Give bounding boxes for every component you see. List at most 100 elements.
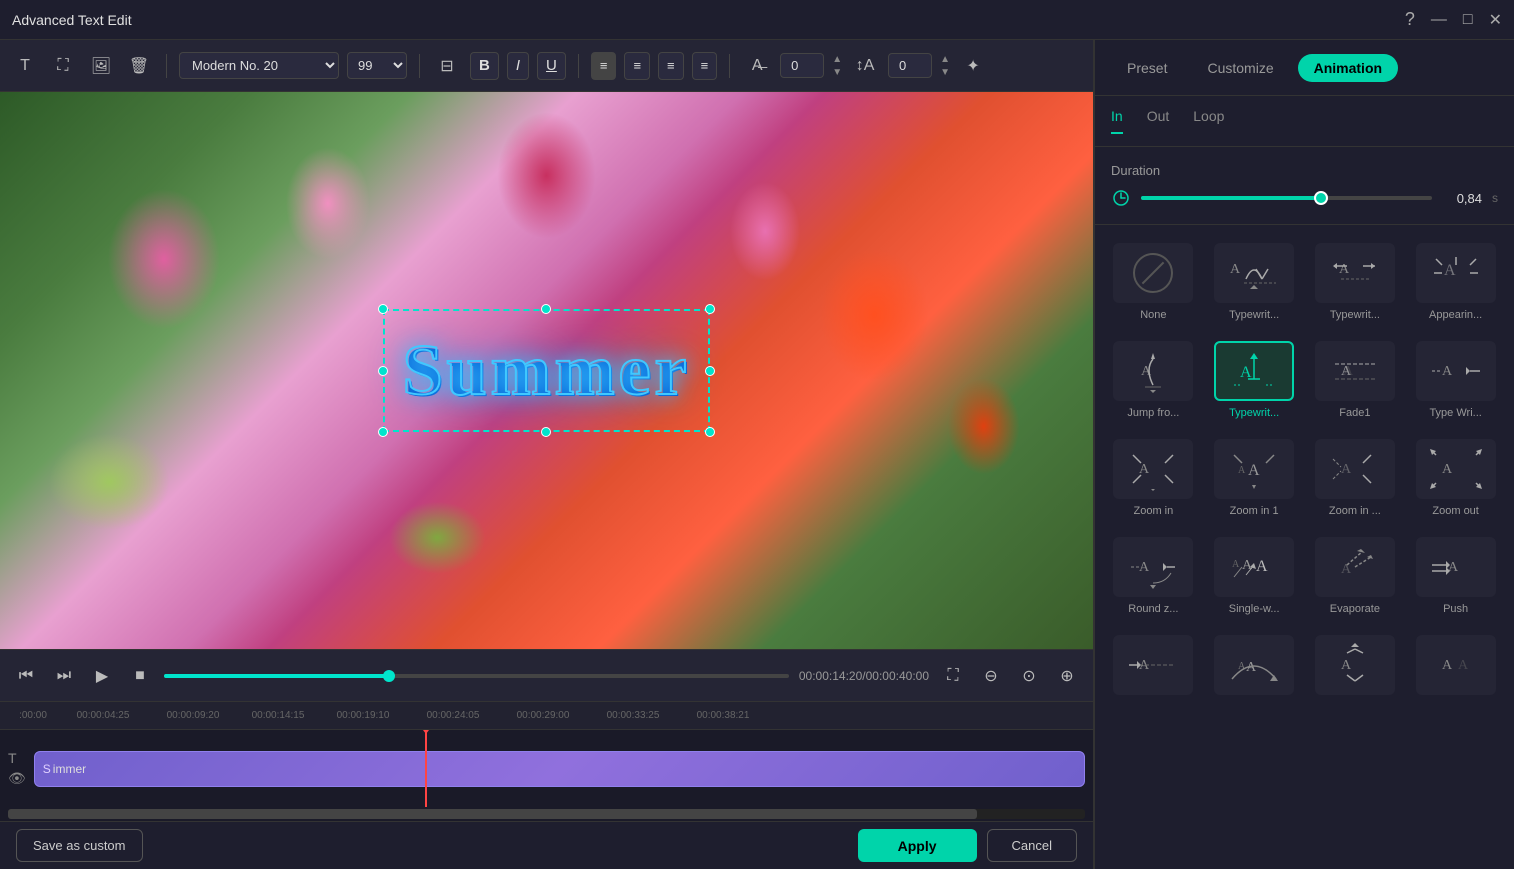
handle-tc[interactable] bbox=[541, 304, 551, 314]
stop-button[interactable]: ■ bbox=[126, 662, 154, 690]
spacing-up[interactable]: ▲ bbox=[832, 54, 842, 65]
anim-zoominmore[interactable]: A Zoom in ... bbox=[1309, 433, 1402, 523]
lineheight-up[interactable]: ▲ bbox=[940, 54, 950, 65]
row5-3-icon: A bbox=[1327, 643, 1383, 687]
svg-text:A: A bbox=[1448, 560, 1459, 575]
scrollbar-thumb[interactable] bbox=[8, 809, 977, 819]
handle-br[interactable] bbox=[705, 427, 715, 437]
apply-button[interactable]: Apply bbox=[858, 829, 977, 862]
playhead[interactable] bbox=[425, 730, 427, 807]
duration-unit: s bbox=[1492, 191, 1498, 205]
duration-thumb[interactable] bbox=[1314, 191, 1328, 205]
align-left-button[interactable]: ≡ bbox=[591, 52, 617, 80]
cancel-button[interactable]: Cancel bbox=[987, 829, 1077, 862]
save-as-custom-button[interactable]: Save as custom bbox=[16, 829, 143, 862]
tab-customize[interactable]: Customize bbox=[1191, 54, 1289, 82]
bold-button[interactable]: B bbox=[470, 52, 499, 80]
text-tool-icon[interactable]: T bbox=[10, 51, 40, 81]
anim-label-typewrite3: Typewrit... bbox=[1229, 407, 1279, 419]
fullscreen-button[interactable]: ⛶ bbox=[939, 662, 967, 690]
font-family-select[interactable]: Modern No. 20 bbox=[179, 52, 339, 79]
anim-thumb-roundz: A bbox=[1113, 537, 1193, 597]
eye-track-icon: 👁 bbox=[8, 770, 26, 787]
anim-row5-1[interactable]: A bbox=[1107, 629, 1200, 707]
maximize-button[interactable]: □ bbox=[1463, 11, 1473, 29]
timeline-clip[interactable]: S immer bbox=[34, 751, 1085, 787]
anim-row5-4[interactable]: A A bbox=[1409, 629, 1502, 707]
bottom-right-buttons: Apply Cancel bbox=[858, 829, 1077, 862]
duration-slider[interactable] bbox=[1141, 196, 1432, 200]
image-icon[interactable]: 🖼 bbox=[86, 51, 116, 81]
handle-bc[interactable] bbox=[541, 427, 551, 437]
sub-tab-out[interactable]: Out bbox=[1147, 108, 1170, 134]
italic-button[interactable]: I bbox=[507, 52, 529, 80]
progress-thumb[interactable] bbox=[383, 670, 395, 682]
spacing-down[interactable]: ▼ bbox=[832, 67, 842, 78]
timeline-scrollbar[interactable] bbox=[8, 809, 1085, 819]
handle-tr[interactable] bbox=[705, 304, 715, 314]
anim-roundz[interactable]: A Round z... bbox=[1107, 531, 1200, 621]
anim-typewrite1[interactable]: A Typewrit... bbox=[1208, 237, 1301, 327]
zoomin-icon: A bbox=[1125, 447, 1181, 491]
align-justify-button[interactable]: ≡ bbox=[692, 52, 718, 80]
help-button[interactable]: ? bbox=[1405, 9, 1415, 30]
anim-jumpfrom[interactable]: A Jump fro... bbox=[1107, 335, 1200, 425]
anim-push[interactable]: A Push bbox=[1409, 531, 1502, 621]
go-start-button[interactable]: ⏮ bbox=[12, 662, 40, 690]
underline-button[interactable]: U bbox=[537, 52, 566, 80]
zoom-out-button[interactable]: ⊖ bbox=[977, 662, 1005, 690]
anim-zoomout[interactable]: A Zoom out bbox=[1409, 433, 1502, 523]
font-size-select[interactable]: 99 bbox=[347, 52, 407, 79]
anim-typewrite4[interactable]: A Type Wri... bbox=[1409, 335, 1502, 425]
lineheight-down[interactable]: ▼ bbox=[940, 67, 950, 78]
anim-thumb-typewrite2: A bbox=[1315, 243, 1395, 303]
anim-typewrite3[interactable]: A Typewrit... bbox=[1208, 335, 1301, 425]
sep4 bbox=[729, 54, 730, 78]
handle-tl[interactable] bbox=[378, 304, 388, 314]
handle-bl[interactable] bbox=[378, 427, 388, 437]
anim-label-typewrite4: Type Wri... bbox=[1429, 407, 1481, 419]
tab-animation[interactable]: Animation bbox=[1298, 54, 1398, 82]
anim-zoomin[interactable]: A Zoom in bbox=[1107, 433, 1200, 523]
sub-tab-loop[interactable]: Loop bbox=[1193, 108, 1224, 134]
align-right-button[interactable]: ≡ bbox=[658, 52, 684, 80]
anim-appearing[interactable]: A Appearin... bbox=[1409, 237, 1502, 327]
letter-spacing-input[interactable] bbox=[780, 53, 824, 78]
play-button[interactable]: ▶ bbox=[88, 662, 116, 690]
anim-none[interactable]: None bbox=[1107, 237, 1200, 327]
duration-icon bbox=[1111, 188, 1131, 208]
step-back-button[interactable]: ⏭ bbox=[50, 662, 78, 690]
font-spacing-icon[interactable]: ⊟ bbox=[432, 51, 462, 81]
anim-singlew[interactable]: A A A Single-w... bbox=[1208, 531, 1301, 621]
tab-preset[interactable]: Preset bbox=[1111, 54, 1183, 82]
align-center-button[interactable]: ≡ bbox=[624, 52, 650, 80]
handle-ml[interactable] bbox=[378, 366, 388, 376]
anim-zoomin1[interactable]: A A Zoom in 1 bbox=[1208, 433, 1301, 523]
anim-evaporate[interactable]: A Evaporate bbox=[1309, 531, 1402, 621]
delete-icon[interactable]: 🗑 bbox=[124, 51, 154, 81]
sep3 bbox=[578, 54, 579, 78]
line-height-icon[interactable]: ↕A bbox=[850, 51, 880, 81]
anim-label-typewrite1: Typewrit... bbox=[1229, 309, 1279, 321]
video-controls: ⏮ ⏭ ▶ ■ 00:00:14:20/00:00:40:00 ⛶ ⊖ ⊙ ⊕ bbox=[0, 649, 1093, 701]
progress-bar[interactable] bbox=[164, 674, 789, 678]
sep2 bbox=[419, 54, 420, 78]
style-icon[interactable]: ✦ bbox=[958, 51, 988, 81]
minimize-button[interactable]: — bbox=[1431, 11, 1447, 29]
anim-typewrite2[interactable]: A Typewrit... bbox=[1309, 237, 1402, 327]
zoom-in-button[interactable]: ⊕ bbox=[1053, 662, 1081, 690]
strikethrough-icon[interactable]: A̶ bbox=[742, 51, 772, 81]
transform-icon[interactable]: ⛶ bbox=[48, 51, 78, 81]
anim-thumb-zoominmore: A bbox=[1315, 439, 1395, 499]
handle-mr[interactable] bbox=[705, 366, 715, 376]
zoom-dot-button[interactable]: ⊙ bbox=[1015, 662, 1043, 690]
duration-label: Duration bbox=[1111, 163, 1498, 178]
anim-fade1[interactable]: A A Fade1 bbox=[1309, 335, 1402, 425]
anim-row5-2[interactable]: A A bbox=[1208, 629, 1301, 707]
anim-row5-3[interactable]: A bbox=[1309, 629, 1402, 707]
close-button[interactable]: ✕ bbox=[1489, 10, 1502, 30]
roundz-icon: A bbox=[1125, 545, 1181, 589]
line-height-input[interactable] bbox=[888, 53, 932, 78]
sub-tab-in[interactable]: In bbox=[1111, 108, 1123, 134]
ruler-mark: 00:00:19:10 bbox=[318, 710, 408, 721]
